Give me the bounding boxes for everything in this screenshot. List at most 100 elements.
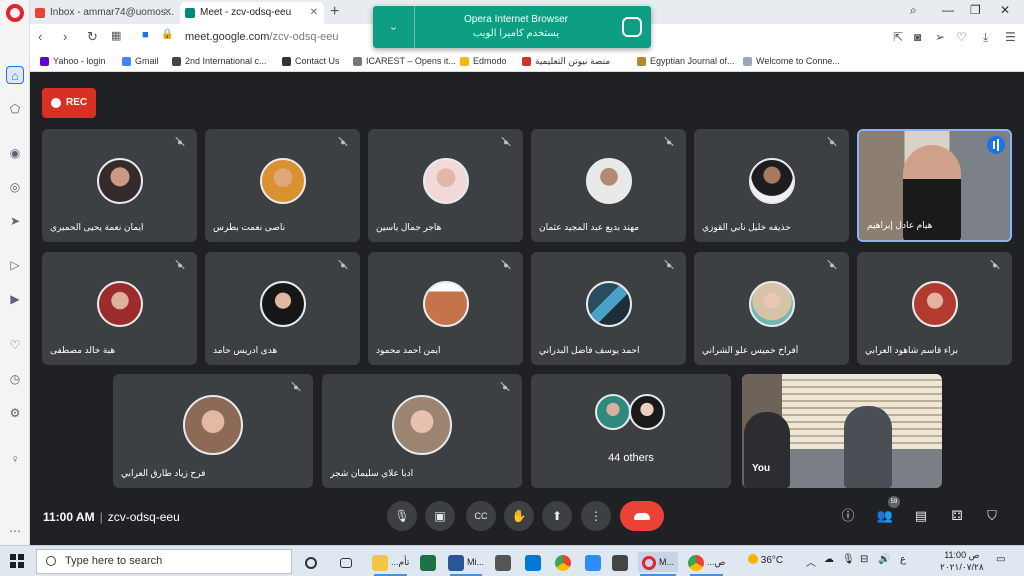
reload-icon[interactable]: ↻: [87, 29, 98, 45]
taskbar-zoom[interactable]: [585, 552, 604, 572]
taskbar-mail[interactable]: [525, 552, 544, 572]
close-icon[interactable]: ✕: [164, 2, 172, 24]
messenger-icon[interactable]: ◉: [6, 144, 24, 162]
windows-start-icon[interactable]: [10, 554, 24, 568]
weather-icon[interactable]: 36°C: [748, 554, 783, 566]
tab-meet[interactable]: Meet - zcv-odsq-eeu ✕: [180, 2, 324, 24]
notifications-icon[interactable]: ▭: [996, 554, 1005, 565]
taskbar-explorer[interactable]: ...تأم: [372, 552, 409, 576]
task-view-icon[interactable]: [340, 552, 355, 572]
search-tabs-icon[interactable]: ⌕: [910, 3, 917, 18]
webcam-notification[interactable]: ⌄ Opera Internet Browser يستخدم كاميرا ا…: [373, 6, 651, 48]
participant-tile[interactable]: ● هاجر جمال ياسين: [368, 129, 523, 242]
close-icon[interactable]: ✕: [310, 2, 318, 24]
bookmark-egyptian-journal[interactable]: Egyptian Journal of...: [637, 56, 735, 66]
meeting-details-icon[interactable]: ⓘ: [838, 506, 858, 526]
taskbar-word[interactable]: Mi...: [448, 552, 484, 576]
share-icon[interactable]: ⇱: [893, 30, 903, 44]
participant-tile[interactable]: ● أفراح خميس علو الشراني: [694, 252, 849, 365]
present-button[interactable]: ⬆: [542, 501, 572, 531]
download-icon[interactable]: ⤓: [983, 30, 988, 45]
volume-icon[interactable]: 🔊: [878, 554, 890, 565]
mic-tray-icon[interactable]: 🎙: [842, 554, 855, 565]
activities-icon[interactable]: ⚃: [947, 506, 967, 526]
camera-indicator-icon[interactable]: ■: [142, 29, 149, 41]
lock-icon: 🔒: [161, 29, 174, 40]
participant-tile[interactable]: ● فرح زياد طارق العرابي: [113, 374, 313, 488]
heart-icon[interactable]: ♡: [956, 30, 967, 44]
onedrive-icon[interactable]: ☁: [824, 554, 834, 565]
new-tab-icon[interactable]: +: [330, 2, 339, 22]
bookmark-conference[interactable]: 2nd International c...: [172, 56, 267, 66]
participant-tile[interactable]: ● حذيفه خليل نابي القوزي: [694, 129, 849, 242]
taskbar-excel[interactable]: [420, 552, 439, 572]
bookmark-yahoo[interactable]: Yahoo - login: [40, 56, 105, 66]
participant-tile[interactable]: ● ايمن احمد محمود: [368, 252, 523, 365]
bookmark-contact[interactable]: Contact Us: [282, 56, 340, 66]
participant-tile[interactable]: ● ادبا علاي سليمان شجر: [322, 374, 522, 488]
taskbar-opera[interactable]: M...: [638, 552, 678, 576]
tabs-grid-icon[interactable]: ▦: [111, 29, 121, 42]
minimize-icon[interactable]: —: [942, 3, 954, 17]
player-icon[interactable]: ▷: [6, 256, 24, 274]
participant-name: ادبا علاي سليمان شجر: [330, 468, 414, 478]
people-icon[interactable]: 👥: [875, 506, 895, 526]
participant-tile[interactable]: ● احمد يوسف فاضل البدراني: [531, 252, 686, 365]
cortana-icon[interactable]: [305, 552, 320, 572]
history-icon[interactable]: ◷: [6, 370, 24, 388]
participant-tile[interactable]: ● هدى ادريس حامد: [205, 252, 360, 365]
participant-tile[interactable]: ● براء قاسم شاهود العرابي: [857, 252, 1012, 365]
whatsapp-icon[interactable]: ◎: [6, 178, 24, 196]
speed-dial-icon[interactable]: ⌂: [6, 66, 24, 84]
participant-name: هيام عادل إبراهيم: [867, 220, 933, 230]
chat-icon[interactable]: ▤: [911, 506, 931, 526]
participant-tile[interactable]: ● مهند بديع عبد المجيد عثمان: [531, 129, 686, 242]
leave-call-button[interactable]: [620, 501, 664, 531]
send-icon[interactable]: ▶: [6, 290, 24, 308]
restore-icon[interactable]: ❐: [970, 3, 981, 17]
bulb-icon[interactable]: ♀: [6, 450, 24, 468]
menu-icon[interactable]: ☰: [1005, 30, 1016, 44]
opera-logo-icon[interactable]: [6, 4, 24, 22]
taskbar-media[interactable]: [612, 552, 631, 572]
settings-icon[interactable]: ⚙: [6, 404, 24, 422]
avatar: [259, 157, 306, 204]
captions-button[interactable]: CC: [466, 501, 496, 531]
keyboard-language[interactable]: ع: [900, 554, 906, 565]
taskbar-store[interactable]: [495, 552, 514, 572]
system-clock[interactable]: 11:00 ص ٢٠٢١/٠٧/٢٨: [940, 549, 984, 573]
network-icon[interactable]: ⊟: [860, 554, 868, 565]
participant-tile[interactable]: ● ايمان نعمة يحيى الحميري: [42, 129, 197, 242]
bookmark-edmodo[interactable]: Edmodo: [460, 56, 507, 66]
taskbar-chrome[interactable]: [555, 552, 574, 572]
home-icon[interactable]: ⬠: [6, 100, 24, 118]
more-dots-icon[interactable]: ⋯: [6, 524, 24, 538]
chevron-down-icon[interactable]: ⌄: [373, 6, 415, 48]
others-tile[interactable]: 44 others: [531, 374, 731, 488]
participant-tile[interactable]: ● هبة خالد مصطفى: [42, 252, 197, 365]
bookmark-icarest[interactable]: ICAREST – Opens it...: [353, 56, 456, 66]
taskbar-chrome-window[interactable]: ...ص: [688, 552, 725, 576]
send-to-flow-icon[interactable]: ➢: [935, 30, 945, 44]
raise-hand-button[interactable]: ✋: [504, 501, 534, 531]
tray-chevron-icon[interactable]: ︿: [806, 554, 816, 569]
forward-icon[interactable]: ›: [63, 29, 67, 44]
url-field[interactable]: meet.google.com/zcv-odsq-eeu: [185, 31, 338, 43]
heart-icon[interactable]: ♡: [6, 336, 24, 354]
speaker-tile[interactable]: هيام عادل إبراهيم: [857, 129, 1012, 242]
back-icon[interactable]: ‹: [38, 29, 42, 44]
self-view-tile[interactable]: You: [742, 374, 942, 488]
camera-button[interactable]: ▣: [425, 501, 455, 531]
window-close-icon[interactable]: ✕: [1000, 3, 1010, 17]
snapshot-icon[interactable]: ◙: [914, 30, 921, 44]
telegram-icon[interactable]: ➤: [6, 212, 24, 230]
host-controls-icon[interactable]: ⛉: [982, 506, 1002, 526]
taskbar-search-input[interactable]: Type here to search: [36, 549, 292, 574]
tab-inbox[interactable]: Inbox - ammar74@uomos... ✕: [30, 2, 178, 24]
bookmark-gmail[interactable]: Gmail: [122, 56, 159, 66]
mic-button[interactable]: 🎙: [387, 501, 417, 531]
more-options-button[interactable]: ⋮: [581, 501, 611, 531]
participant-tile[interactable]: ● ناصى نعمت بطرس: [205, 129, 360, 242]
bookmark-newton[interactable]: منصة نيوتن التعليمية: [522, 56, 610, 67]
bookmark-welcome[interactable]: Welcome to Conne...: [743, 56, 840, 66]
